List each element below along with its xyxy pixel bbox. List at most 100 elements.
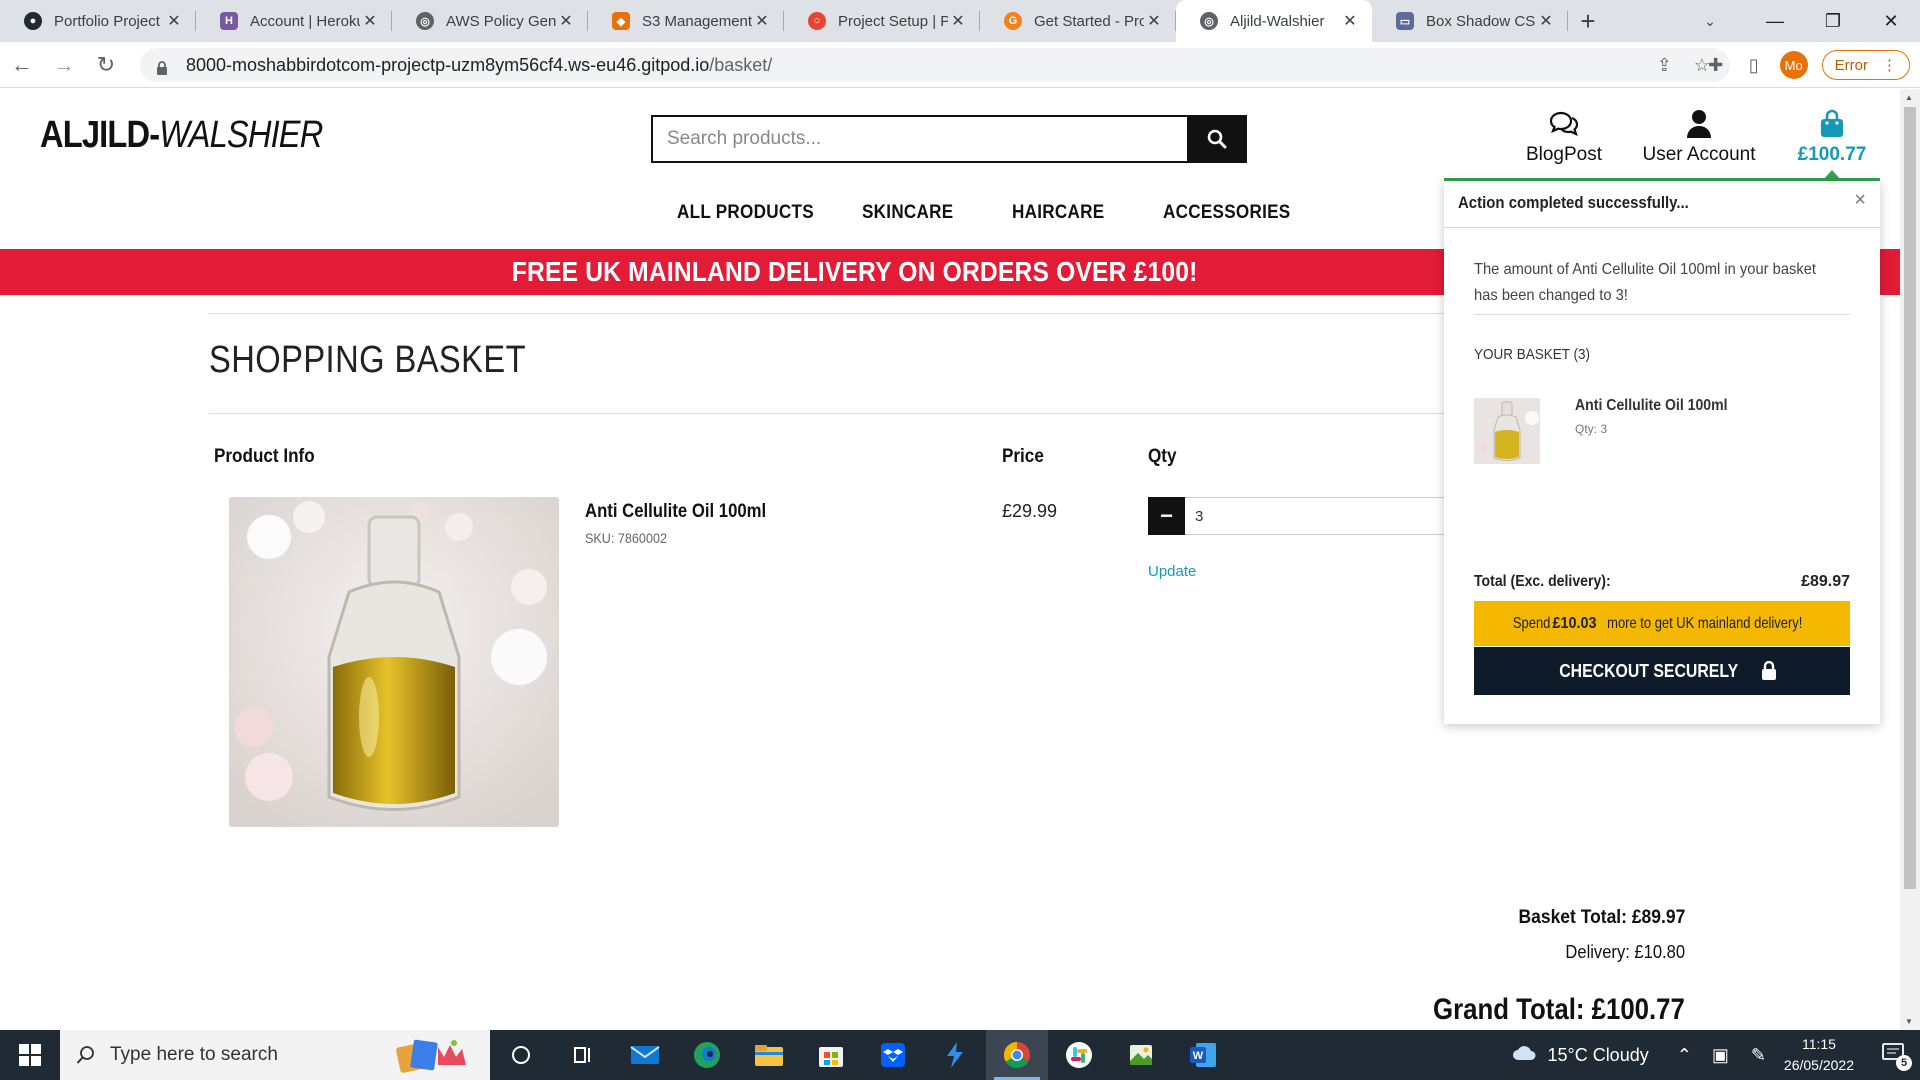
tab-label: Project Setup | Pr xyxy=(838,12,948,30)
search-button[interactable] xyxy=(1187,115,1247,163)
notifications-icon[interactable]: 5 xyxy=(1882,1042,1912,1071)
decrement-qty-button[interactable]: − xyxy=(1148,497,1185,535)
browser-tab[interactable]: ◎ AWS Policy Generator ✕ xyxy=(392,0,588,42)
close-tab-icon[interactable]: ✕ xyxy=(556,11,576,31)
close-tab-icon[interactable]: ✕ xyxy=(1144,11,1164,31)
product-image[interactable] xyxy=(229,497,559,827)
scroll-up-icon[interactable]: ▲ xyxy=(1905,93,1913,102)
browser-tab[interactable]: ◆ S3 Management Console ✕ xyxy=(588,0,784,42)
product-search xyxy=(651,115,1247,163)
profile-avatar[interactable]: Mo xyxy=(1779,51,1808,79)
browser-toolbar: ← → ↻ 8000-moshabbirdotcom-projectp-uzm8… xyxy=(0,42,1920,88)
nav-all-products[interactable]: ALL PRODUCTS xyxy=(677,202,814,224)
dropbox-icon[interactable] xyxy=(862,1030,924,1080)
error-label: Error xyxy=(1834,56,1868,74)
microsoft-store-icon[interactable] xyxy=(800,1030,862,1080)
close-window-button[interactable]: ✕ xyxy=(1862,0,1920,42)
column-header-price: Price xyxy=(1002,446,1044,467)
update-link[interactable]: Update xyxy=(1148,563,1196,580)
account-label: User Account xyxy=(1642,144,1756,165)
close-tab-icon[interactable]: ✕ xyxy=(1536,11,1556,31)
weather-text[interactable]: 15°C Cloudy xyxy=(1547,1045,1648,1066)
photos-app-icon[interactable] xyxy=(1110,1030,1172,1080)
slack-icon[interactable] xyxy=(1048,1030,1110,1080)
divider xyxy=(1474,314,1850,315)
toast-product-name: Anti Cellulite Oil 100ml xyxy=(1575,397,1728,414)
heroku-icon: H xyxy=(220,12,238,30)
new-tab-button[interactable]: + xyxy=(1568,0,1608,42)
task-view-cortana-icon[interactable] xyxy=(490,1030,552,1080)
aws-s3-icon: ◆ xyxy=(612,12,630,30)
minimize-button[interactable]: — xyxy=(1746,0,1804,42)
blog-label: BlogPost xyxy=(1525,144,1603,165)
banner-text: FREE UK MAINLAND DELIVERY ON ORDERS OVER… xyxy=(512,256,1198,287)
pen-icon[interactable]: ✎ xyxy=(1751,1045,1766,1066)
basket-link[interactable]: £100.77 xyxy=(1792,108,1872,166)
close-tab-icon[interactable]: ✕ xyxy=(360,11,380,31)
circle-icon: ○ xyxy=(808,12,826,30)
scrollbar-thumb[interactable] xyxy=(1904,107,1916,889)
search-input[interactable] xyxy=(651,115,1187,163)
checkout-label: CHECKOUT SECURELY xyxy=(1559,660,1739,681)
address-bar[interactable]: 8000-moshabbirdotcom-projectp-uzm8ym56cf… xyxy=(140,48,1730,82)
show-hidden-icons-icon[interactable]: ⌃ xyxy=(1677,1045,1692,1066)
file-explorer-icon[interactable] xyxy=(738,1030,800,1080)
blog-link[interactable]: BlogPost xyxy=(1519,108,1609,166)
product-name[interactable]: Anti Cellulite Oil 100ml xyxy=(585,501,766,523)
chrome-icon[interactable] xyxy=(986,1030,1048,1080)
close-tab-icon[interactable]: ✕ xyxy=(948,11,968,31)
lock-icon xyxy=(1761,661,1776,680)
spend-prefix: Spend xyxy=(1512,614,1551,632)
clock-time: 11:15 xyxy=(1801,1036,1836,1052)
browser-tab[interactable]: ▭ Box Shadow CSS ✕ xyxy=(1372,0,1568,42)
edge-icon[interactable] xyxy=(676,1030,738,1080)
toast-arrow xyxy=(1824,170,1840,179)
restore-button[interactable]: ❐ xyxy=(1804,0,1862,42)
page-scrollbar[interactable]: ▲ ▼ xyxy=(1900,89,1920,1030)
scroll-down-icon[interactable]: ▼ xyxy=(1905,1017,1913,1026)
browser-tab[interactable]: H Account | Heroku ✕ xyxy=(196,0,392,42)
cloud-icon[interactable] xyxy=(1511,1043,1537,1068)
browser-tab-active[interactable]: ◎ Aljild-Walshier ✕ xyxy=(1176,0,1372,42)
nav-skincare[interactable]: SKINCARE xyxy=(862,202,953,224)
tab-label: Aljild-Walshier xyxy=(1230,12,1325,30)
vscode-remote-icon[interactable] xyxy=(924,1030,986,1080)
logo-text-a: ALJILD- xyxy=(40,114,160,156)
quantity-input[interactable] xyxy=(1185,497,1446,535)
checkout-button[interactable]: CHECKOUT SECURELY xyxy=(1474,647,1850,695)
extensions-icon[interactable]: ✚ xyxy=(1704,53,1728,77)
user-account-link[interactable]: User Account xyxy=(1640,108,1758,166)
close-tab-icon[interactable]: ✕ xyxy=(752,11,772,31)
nav-accessories[interactable]: ACCESSORIES xyxy=(1163,202,1290,224)
browser-tab[interactable]: ● Portfolio Project 5 ✕ xyxy=(0,0,196,42)
tab-label: S3 Management Console xyxy=(642,12,752,30)
word-icon[interactable]: W xyxy=(1172,1030,1234,1080)
page-title: SHOPPING BASKET xyxy=(209,339,526,381)
reload-icon[interactable]: ↻ xyxy=(86,47,126,83)
toast-message: The amount of Anti Cellulite Oil 100ml i… xyxy=(1474,261,1817,304)
tab-search-icon[interactable]: ⌄ xyxy=(1690,0,1730,42)
close-icon[interactable]: × xyxy=(1854,189,1866,212)
browser-tab[interactable]: ○ Project Setup | Pr ✕ xyxy=(784,0,980,42)
clock-date: 26/05/2022 xyxy=(1783,1057,1854,1073)
task-view-icon[interactable] xyxy=(552,1030,614,1080)
delivery-cost: Delivery: £10.80 xyxy=(1565,942,1685,962)
clock[interactable]: 11:15 26/05/2022 xyxy=(1784,1034,1854,1076)
share-icon[interactable]: ⇪ xyxy=(1657,55,1672,76)
forward-icon[interactable]: → xyxy=(44,47,84,83)
meet-now-icon[interactable]: ▣ xyxy=(1712,1045,1729,1066)
back-icon[interactable]: ← xyxy=(2,47,42,83)
notification-badge: 5 xyxy=(1896,1054,1912,1071)
close-tab-icon[interactable]: ✕ xyxy=(164,11,184,31)
close-tab-icon[interactable]: ✕ xyxy=(1340,11,1360,31)
error-button[interactable]: Error ⋮ xyxy=(1821,50,1910,80)
start-button[interactable] xyxy=(0,1030,60,1080)
browser-tab[interactable]: G Get Started - Proj ✕ xyxy=(980,0,1176,42)
site-logo[interactable]: ALJILD-WALSHIER xyxy=(40,114,323,157)
taskbar-search[interactable]: Type here to search xyxy=(60,1030,490,1080)
mail-icon[interactable] xyxy=(614,1030,676,1080)
nav-haircare[interactable]: HAIRCARE xyxy=(1012,202,1104,224)
tab-label: Account | Heroku xyxy=(250,12,360,30)
side-panel-icon[interactable]: ▯ xyxy=(1742,53,1766,77)
tab-label: Get Started - Proj xyxy=(1034,12,1144,30)
